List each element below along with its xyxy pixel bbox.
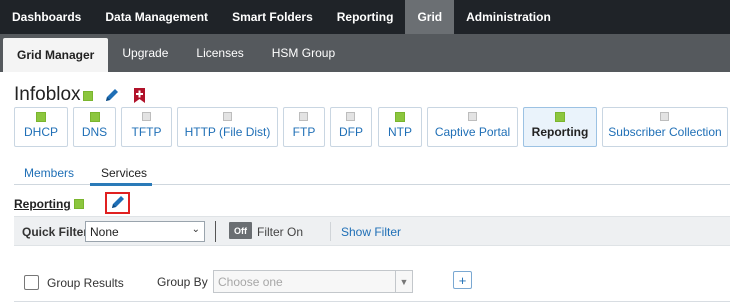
service-label: NTP xyxy=(388,125,412,139)
service-tile-reporting[interactable]: Reporting xyxy=(523,107,597,147)
group-results-checkbox[interactable] xyxy=(24,275,39,290)
tab-grid[interactable]: Grid xyxy=(405,0,455,34)
edit-service-button[interactable] xyxy=(105,192,130,214)
quick-filter-select[interactable]: None ⌄ xyxy=(85,221,205,242)
tab-services[interactable]: Services xyxy=(101,166,147,180)
grid-title: Infoblox xyxy=(14,84,81,105)
status-indicator xyxy=(660,112,669,121)
pencil-icon xyxy=(110,194,126,213)
show-filter-link[interactable]: Show Filter xyxy=(341,225,401,239)
service-label: FTP xyxy=(292,125,316,139)
quick-filter-value: None xyxy=(90,225,119,239)
tab-reporting[interactable]: Reporting xyxy=(325,0,406,34)
service-label: DNS xyxy=(81,125,108,139)
service-label: Reporting xyxy=(531,125,589,139)
service-tile-subscriber-collection[interactable]: Subscriber Collection xyxy=(602,107,728,147)
section-status-indicator xyxy=(74,199,84,209)
subtab-hsm-group[interactable]: HSM Group xyxy=(258,34,349,72)
status-indicator xyxy=(36,112,46,122)
status-indicator xyxy=(222,112,232,121)
tab-data-management[interactable]: Data Management xyxy=(93,0,220,34)
status-indicator xyxy=(141,112,151,121)
service-tile-ftp[interactable]: FTP xyxy=(283,107,325,147)
bookmark-plus-icon[interactable] xyxy=(133,88,146,103)
active-tab-indicator xyxy=(90,183,152,186)
status-indicator xyxy=(555,112,565,122)
top-nav: Dashboards Data Management Smart Folders… xyxy=(0,0,730,34)
tab-members[interactable]: Members xyxy=(24,166,74,180)
service-label: DFP xyxy=(339,125,363,139)
service-tile-dns[interactable]: DNS xyxy=(73,107,116,147)
service-tile-tftp[interactable]: TFTP xyxy=(121,107,172,147)
chevron-down-icon: ⌄ xyxy=(191,224,200,235)
group-by-label: Group By xyxy=(157,275,208,289)
service-tile-captive-portal[interactable]: Captive Portal xyxy=(427,107,518,147)
group-by-placeholder: Choose one xyxy=(218,275,283,289)
add-group-button[interactable]: + xyxy=(453,271,472,289)
filter-toggle[interactable]: Off xyxy=(229,222,252,239)
status-indicator xyxy=(395,112,405,122)
service-label: Subscriber Collection xyxy=(608,125,722,139)
chevron-down-icon: ▼ xyxy=(395,271,412,292)
group-by-select[interactable]: Choose one ▼ xyxy=(213,270,413,293)
divider xyxy=(14,301,730,302)
tab-dashboards[interactable]: Dashboards xyxy=(0,0,93,34)
tab-smart-folders[interactable]: Smart Folders xyxy=(220,0,325,34)
service-tile-ntp[interactable]: NTP xyxy=(378,107,422,147)
grid-status-indicator xyxy=(83,91,93,101)
subtab-grid-manager[interactable]: Grid Manager xyxy=(3,38,109,72)
service-label: HTTP (File Dist) xyxy=(184,125,271,139)
subtab-licenses[interactable]: Licenses xyxy=(182,34,257,72)
status-indicator xyxy=(89,112,100,122)
divider xyxy=(330,222,331,241)
subtab-upgrade[interactable]: Upgrade xyxy=(108,34,182,72)
service-tile-http-file-dist[interactable]: HTTP (File Dist) xyxy=(177,107,278,147)
status-indicator xyxy=(346,112,355,121)
tab-administration[interactable]: Administration xyxy=(454,0,563,34)
service-label: Captive Portal xyxy=(434,125,511,139)
service-tile-dfp[interactable]: DFP xyxy=(330,107,372,147)
quick-filter-label: Quick Filter xyxy=(22,225,89,239)
status-indicator xyxy=(299,112,308,121)
divider xyxy=(215,221,216,242)
filter-bar: Quick Filter None ⌄ Off Filter On Show F… xyxy=(14,216,730,246)
group-results-label: Group Results xyxy=(47,276,124,290)
section-title: Reporting xyxy=(14,197,71,211)
service-label: TFTP xyxy=(131,125,162,139)
filter-on-label: Filter On xyxy=(257,225,304,239)
sub-nav: Grid Manager Upgrade Licenses HSM Group xyxy=(0,34,730,72)
service-label: DHCP xyxy=(23,125,58,139)
service-tile-dhcp[interactable]: DHCP xyxy=(14,107,68,147)
pencil-icon[interactable] xyxy=(104,87,120,103)
status-indicator xyxy=(467,112,477,121)
